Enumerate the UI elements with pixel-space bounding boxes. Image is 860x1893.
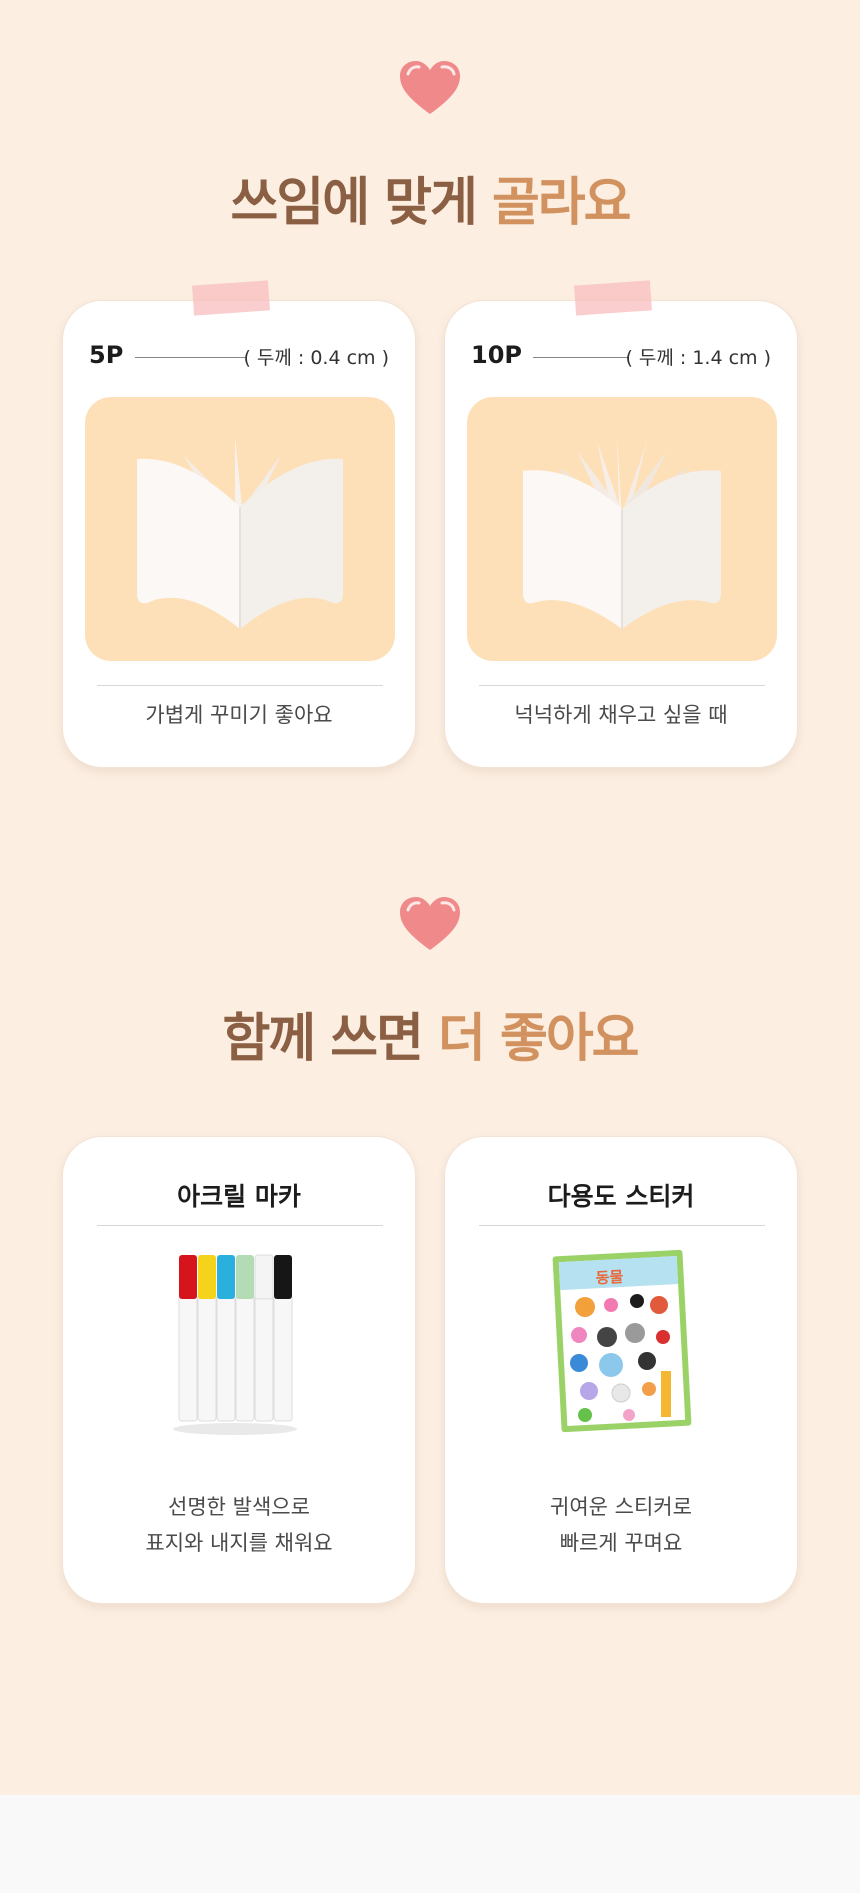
thickness-label: ( 두께 : 0.4 cm ) [243, 347, 389, 369]
card-caption: 넉넉하게 채우고 싶을 때 [514, 703, 728, 727]
section-heading-together: 함께 쓰면 더 좋아요 [0, 996, 860, 1071]
thickness-label: ( 두께 : 1.4 cm ) [625, 347, 771, 369]
marker-set-icon [173, 1254, 297, 1435]
card-title: 다용도 스티커 [547, 1182, 695, 1211]
caption-divider [479, 685, 765, 686]
sticker-sheet-title: 동물 [595, 1268, 624, 1287]
book-image-5p [85, 397, 395, 661]
footer-band [0, 1795, 860, 1893]
label-divider-line [533, 357, 629, 358]
label-divider-line [135, 357, 245, 358]
card-caption-line2: 빠르게 꾸며요 [559, 1531, 683, 1555]
tape-decoration [192, 280, 270, 316]
heading-main-text: 함께 쓰면 [222, 1009, 439, 1069]
card-caption-line1: 귀여운 스티커로 [550, 1495, 692, 1519]
title-divider [479, 1225, 765, 1226]
option-card-5p[interactable]: 5P ( 두께 : 0.4 cm ) 가볍게 꾸미기 좋아요 [62, 280, 416, 768]
heading-accent-text: 더 좋아요 [438, 1009, 639, 1069]
heading-accent-text: 골라요 [491, 173, 632, 233]
product-card-sticker[interactable]: 다용도 스티커 동물 귀여운 스티커로 빠르게 꾸며요 [444, 1136, 798, 1604]
size-label: 5P [89, 341, 124, 369]
heart-icon [400, 61, 460, 114]
option-card-10p[interactable]: 10P ( 두께 : 1.4 cm ) 넉넉하게 채우고 싶을 때 [444, 280, 798, 768]
caption-divider [97, 685, 383, 686]
open-book-icon [137, 437, 343, 629]
title-divider [97, 1225, 383, 1226]
sticker-sheet-icon: 동물 [552, 1249, 692, 1433]
card-caption-line1: 선명한 발색으로 [168, 1495, 310, 1519]
section-heading-choose: 쓰임에 맞게 골라요 [0, 160, 860, 235]
card-title: 아크릴 마카 [177, 1182, 301, 1211]
tape-decoration [574, 280, 652, 316]
heart-icon [400, 897, 460, 950]
product-card-acrylic-marker[interactable]: 아크릴 마카 선명한 발색으로 표지와 내지를 채워요 [62, 1136, 416, 1604]
card-caption: 가볍게 꾸미기 좋아요 [145, 703, 333, 727]
open-book-icon [523, 435, 721, 629]
heading-main-text: 쓰임에 맞게 [230, 173, 492, 233]
size-label: 10P [471, 341, 522, 369]
book-image-10p [467, 397, 777, 661]
card-caption-line2: 표지와 내지를 채워요 [145, 1531, 333, 1555]
